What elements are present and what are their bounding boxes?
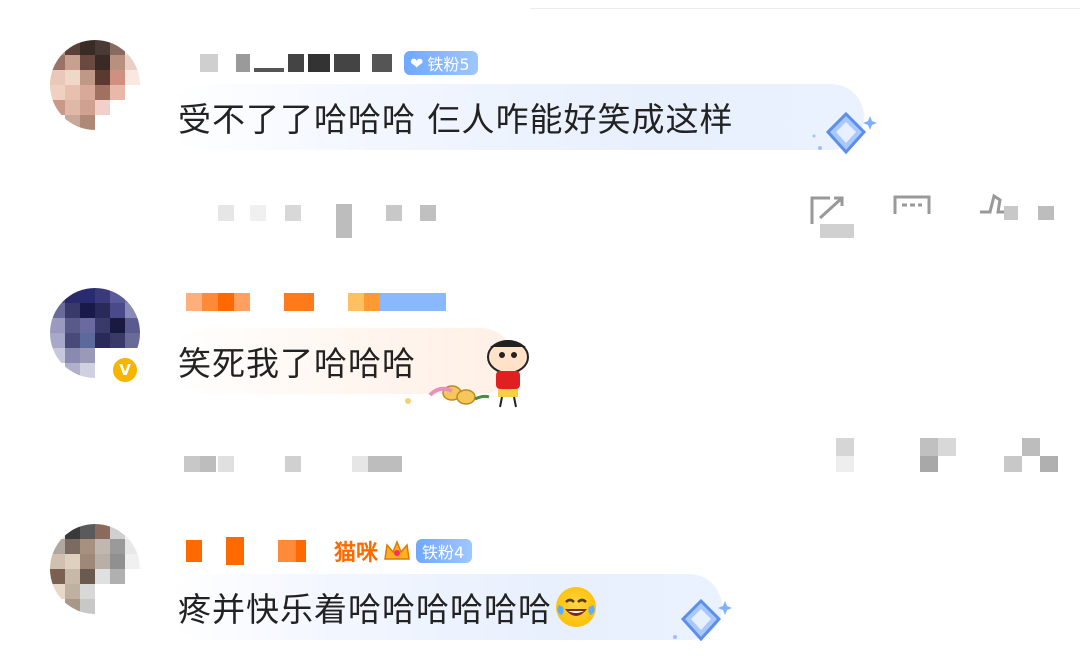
avatar[interactable] [50, 524, 140, 614]
comment-icon[interactable] [920, 438, 960, 474]
username[interactable]: 猫咪 铁粉4 [186, 537, 473, 566]
fan-badge: 铁粉4 [416, 539, 473, 563]
diamond-sticker-icon [812, 111, 877, 155]
share-icon[interactable] [836, 438, 856, 474]
fan-badge: ❤ 铁粉5 [404, 51, 478, 75]
verified-badge: V [110, 355, 140, 385]
divider [530, 8, 1080, 9]
comment-bubble[interactable]: 疼并快乐着哈哈哈哈哈哈 [170, 574, 722, 640]
diamond-sticker-icon [673, 598, 732, 642]
crown-icon [382, 539, 412, 563]
comment-bubble[interactable]: 受不了了哈哈哈 仨人咋能好笑成这样 [170, 84, 864, 150]
username-text: 猫咪 [334, 541, 379, 566]
like-icon[interactable] [976, 190, 1058, 226]
comment-text: 受不了了哈哈哈 仨人咋能好笑成这样 [178, 100, 734, 139]
comment-text: 疼并快乐着哈哈哈哈哈哈 [178, 590, 552, 629]
username[interactable] [186, 289, 446, 315]
laughing-tears-emoji-icon [556, 587, 596, 627]
like-icon[interactable] [1004, 438, 1060, 474]
comment-text: 笑死我了哈哈哈 [178, 344, 416, 383]
heart-icon: ❤ [410, 53, 424, 73]
share-icon[interactable] [808, 194, 856, 240]
cartoon-sticker-icon [405, 340, 529, 408]
username[interactable]: ❤ 铁粉5 [200, 50, 478, 76]
avatar[interactable] [50, 40, 140, 130]
comment-icon[interactable] [892, 194, 932, 216]
